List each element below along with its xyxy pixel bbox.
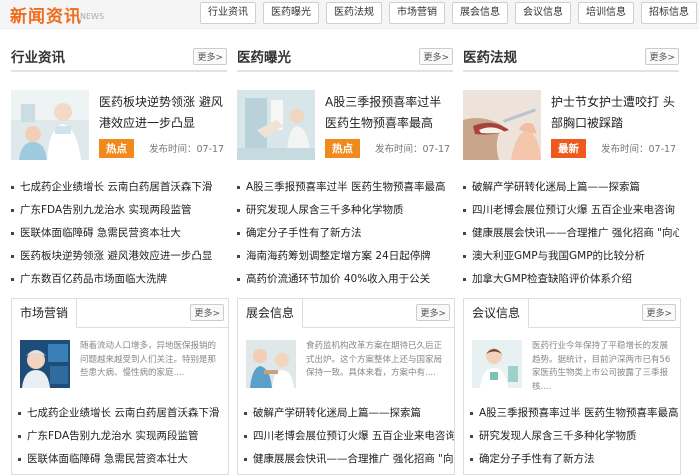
more-button[interactable]: 更多> (193, 48, 227, 65)
publish-time: 发布时间：07-17 (601, 144, 677, 155)
box-header: 会议信息 更多> (464, 299, 680, 329)
publish-time: 发布时间：07-17 (375, 144, 451, 155)
more-button[interactable]: 更多> (642, 304, 676, 321)
column-pharma-regulation: 医药法规 更多> 护士节女护士遭咬打 头部胸口被踩踏 最新 发布时间：07-17… (463, 44, 679, 291)
hot-badge: 热点 (99, 139, 134, 158)
tab-training[interactable]: 培训信息 (578, 2, 634, 24)
box-marketing: 市场营销 更多> 随着流动人口增多，异地医保报销的问题越来越受到人们关注。特别是… (11, 298, 229, 475)
list-item[interactable]: 海南海药筹划调整定增方案 24日起停牌 (237, 245, 453, 268)
featured-title[interactable]: 医药板块逆势领涨 避风港效应进一步凸显 (99, 92, 227, 134)
top-bar: 新闻资讯 NEWS 行业资讯 医药曝光 医药法规 市场营销 展会信息 会议信息 … (0, 0, 699, 29)
featured-article[interactable]: 护士节女护士遭咬打 头部胸口被踩踏 最新 发布时间：07-17 (463, 90, 679, 176)
tab-exhibition[interactable]: 展会信息 (452, 2, 508, 24)
featured-thumbnail[interactable] (463, 90, 541, 160)
featured-thumbnail[interactable] (237, 90, 315, 160)
list-item[interactable]: 破解产学研转化迷局上篇——探索篇 (463, 176, 679, 199)
list-item[interactable]: 健康展展会快讯——合理推广 强化招商 "向心力 (244, 448, 454, 471)
article-list: 七成药企业绩增长 云南白药居首沃森下滑 广东FDA告别九龙治水 实现两段监管 医… (11, 176, 227, 291)
list-item[interactable]: 医联体面临障碍 急需民营资本壮大 (18, 448, 228, 471)
news-brand-subtitle: NEWS (80, 12, 105, 21)
box-exhibition: 展会信息 更多> 食药监机构改革方案在期待已久后正式出炉。这个方案整体上还与国家… (237, 298, 455, 475)
box-title[interactable]: 市场营销 (12, 299, 78, 329)
article-list: 七成药企业绩增长 云南白药居首沃森下滑 广东FDA告别九龙治水 实现两段监管 医… (12, 402, 228, 471)
box-summary: 医药行业今年保持了平稳增长的发展趋势。据统计，目前沪深两市已有56家医药生物类上… (532, 341, 671, 392)
featured-article[interactable]: 医药板块逆势领涨 避风港效应进一步凸显 热点 发布时间：07-17 (11, 90, 227, 176)
box-featured-article[interactable]: 随着流动人口增多，异地医保报销的问题越来越受到人们关注。特别是那些患大病、慢性病… (12, 340, 228, 398)
column-title: 医药曝光 (237, 50, 291, 66)
tab-pharma-regulation[interactable]: 医药法规 (326, 2, 382, 24)
box-thumbnail[interactable] (472, 340, 522, 388)
more-button[interactable]: 更多> (645, 48, 679, 65)
list-item[interactable]: 七成药企业绩增长 云南白药居首沃森下滑 (11, 176, 227, 199)
column-pharma-exposure: 医药曝光 更多> A股三季报预喜率过半 医药生物预喜率最高 热点 发布时间：07… (237, 44, 453, 291)
list-item[interactable]: 破解产学研转化迷局上篇——探索篇 (244, 402, 454, 425)
new-badge: 最新 (551, 139, 586, 158)
column-title: 医药法规 (463, 50, 517, 66)
box-title[interactable]: 展会信息 (238, 299, 304, 329)
list-item[interactable]: 健康展展会快讯——合理推广 强化招商 "向心力 (463, 222, 679, 245)
column-header: 医药法规 更多> (463, 44, 679, 72)
column-industry-news: 行业资讯 更多> 医药板块逆势领涨 避风港效应进一步凸显 热点 发布时间：07-… (11, 44, 227, 291)
box-header: 市场营销 更多> (12, 299, 228, 329)
tab-marketing[interactable]: 市场营销 (389, 2, 445, 24)
list-item[interactable]: A股三季报预喜率过半 医药生物预喜率最高 (470, 402, 680, 425)
category-tabs: 行业资讯 医药曝光 医药法规 市场营销 展会信息 会议信息 培训信息 招标信息 (200, 2, 697, 24)
box-featured-article[interactable]: 医药行业今年保持了平稳增长的发展趋势。据统计，目前沪深两市已有56家医药生物类上… (464, 340, 680, 398)
box-summary: 食药监机构改革方案在期待已久后正式出炉。这个方案整体上还与国家局保持一致。具体来… (306, 341, 443, 378)
tab-tender[interactable]: 招标信息 (641, 2, 697, 24)
box-title[interactable]: 会议信息 (464, 299, 530, 329)
article-list: A股三季报预喜率过半 医药生物预喜率最高 研究发现人尿含三千多种化学物质 确定分… (464, 402, 680, 471)
more-button[interactable]: 更多> (419, 48, 453, 65)
box-thumbnail[interactable] (246, 340, 296, 388)
more-button[interactable]: 更多> (190, 304, 224, 321)
article-list: 破解产学研转化迷局上篇——探索篇 四川老博会展位预订火爆 五百企业来电咨询 健康… (238, 402, 454, 471)
list-item[interactable]: 广东数百亿药品市场面临大洗牌 (11, 268, 227, 291)
column-header: 行业资讯 更多> (11, 44, 227, 72)
list-item[interactable]: 高药价流通环节加价 40%收入用于公关 (237, 268, 453, 291)
news-brand-title: 新闻资讯 (10, 7, 82, 27)
publish-time: 发布时间：07-17 (149, 144, 225, 155)
list-item[interactable]: 澳大利亚GMP与我国GMP的比较分析 (463, 245, 679, 268)
list-item[interactable]: 四川老博会展位预订火爆 五百企业来电咨询 (244, 425, 454, 448)
more-button[interactable]: 更多> (416, 304, 450, 321)
box-conference: 会议信息 更多> 医药行业今年保持了平稳增长的发展趋势。据统计，目前沪深两市已有… (463, 298, 681, 475)
column-header: 医药曝光 更多> (237, 44, 453, 72)
list-item[interactable]: 四川老博会展位预订火爆 五百企业来电咨询 (463, 199, 679, 222)
list-item[interactable]: A股三季报预喜率过半 医药生物预喜率最高 (237, 176, 453, 199)
article-list: A股三季报预喜率过半 医药生物预喜率最高 研究发现人尿含三千多种化学物质 确定分… (237, 176, 453, 291)
tab-conference[interactable]: 会议信息 (515, 2, 571, 24)
hot-badge: 热点 (325, 139, 360, 158)
featured-title[interactable]: A股三季报预喜率过半 医药生物预喜率最高 (325, 92, 453, 134)
tab-pharma-exposure[interactable]: 医药曝光 (263, 2, 319, 24)
featured-thumbnail[interactable] (11, 90, 89, 160)
list-item[interactable]: 加拿大GMP检查缺陷评价体系介绍 (463, 268, 679, 291)
list-item[interactable]: 七成药企业绩增长 云南白药居首沃森下滑 (18, 402, 228, 425)
list-item[interactable]: 确定分子手性有了新方法 (237, 222, 453, 245)
article-list: 破解产学研转化迷局上篇——探索篇 四川老博会展位预订火爆 五百企业来电咨询 健康… (463, 176, 679, 291)
list-item[interactable]: 广东FDA告别九龙治水 实现两段监管 (11, 199, 227, 222)
box-summary: 随着流动人口增多，异地医保报销的问题越来越受到人们关注。特别是那些患大病、慢性病… (80, 341, 217, 378)
featured-title[interactable]: 护士节女护士遭咬打 头部胸口被踩踏 (551, 92, 679, 134)
list-item[interactable]: 研究发现人尿含三千多种化学物质 (470, 425, 680, 448)
list-item[interactable]: 广东FDA告别九龙治水 实现两段监管 (18, 425, 228, 448)
list-item[interactable]: 医药板块逆势领涨 避风港效应进一步凸显 (11, 245, 227, 268)
featured-article[interactable]: A股三季报预喜率过半 医药生物预喜率最高 热点 发布时间：07-17 (237, 90, 453, 176)
box-featured-article[interactable]: 食药监机构改革方案在期待已久后正式出炉。这个方案整体上还与国家局保持一致。具体来… (238, 340, 454, 398)
list-item[interactable]: 确定分子手性有了新方法 (470, 448, 680, 471)
list-item[interactable]: 研究发现人尿含三千多种化学物质 (237, 199, 453, 222)
column-title: 行业资讯 (11, 50, 65, 66)
tab-industry-news[interactable]: 行业资讯 (200, 2, 256, 24)
box-header: 展会信息 更多> (238, 299, 454, 329)
list-item[interactable]: 医联体面临障碍 急需民营资本壮大 (11, 222, 227, 245)
box-thumbnail[interactable] (20, 340, 70, 388)
